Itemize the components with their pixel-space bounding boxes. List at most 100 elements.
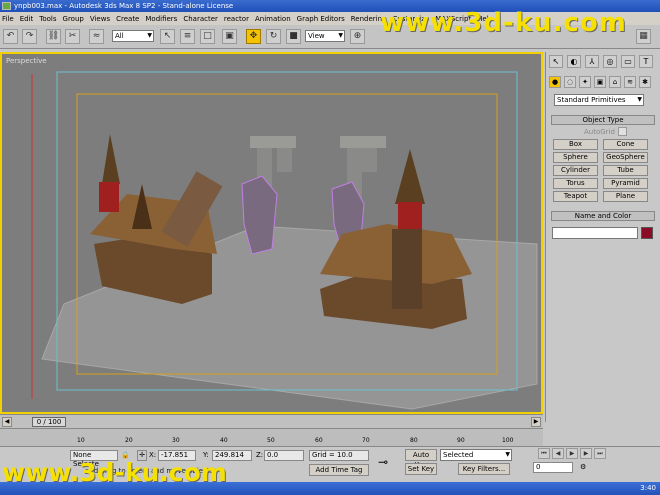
tick-label: 70 bbox=[362, 437, 370, 444]
box-button[interactable]: Box bbox=[553, 139, 598, 150]
cameras-icon[interactable]: ▣ bbox=[594, 76, 606, 88]
object-type-rollout[interactable]: Object Type bbox=[551, 115, 655, 125]
autogrid-label: AutoGrid bbox=[584, 128, 615, 136]
grid-size-field: Grid = 10.0 bbox=[309, 450, 369, 461]
z-label: Z: bbox=[256, 451, 264, 459]
menu-modifiers[interactable]: Modifiers bbox=[145, 15, 177, 23]
previous-frame-icon[interactable]: ◀ bbox=[552, 448, 564, 459]
menu-file[interactable]: File bbox=[2, 15, 14, 23]
chevron-down-icon: ▼ bbox=[147, 32, 152, 39]
menu-graph-editors[interactable]: Graph Editors bbox=[297, 15, 345, 23]
select-and-scale-icon[interactable]: ■ bbox=[286, 29, 301, 44]
utilities-tab-icon[interactable]: T bbox=[639, 55, 653, 68]
render-icon[interactable]: ▦ bbox=[636, 29, 651, 44]
space-warps-icon[interactable]: ≋ bbox=[624, 76, 636, 88]
plane-button[interactable]: Plane bbox=[603, 191, 648, 202]
tick-label: 90 bbox=[457, 437, 465, 444]
cylinder-button[interactable]: Cylinder bbox=[553, 165, 598, 176]
rect-selection-icon[interactable]: □ bbox=[200, 29, 215, 44]
hierarchy-tab-icon[interactable]: ⅄ bbox=[585, 55, 599, 68]
current-frame-field[interactable]: 0 bbox=[533, 462, 573, 473]
key-filters-button[interactable]: Key Filters... bbox=[458, 463, 510, 475]
bind-space-warp-icon[interactable]: ≈ bbox=[89, 29, 104, 44]
perspective-viewport[interactable]: Perspective bbox=[0, 52, 543, 414]
cone-button[interactable]: Cone bbox=[603, 139, 648, 150]
menu-tools[interactable]: Tools bbox=[39, 15, 56, 23]
go-to-end-icon[interactable]: ⏭ bbox=[594, 448, 606, 459]
window-title: ynpb003.max - Autodesk 3ds Max 8 SP2 - S… bbox=[14, 2, 234, 10]
helpers-icon[interactable]: ⌂ bbox=[609, 76, 621, 88]
scene-render bbox=[31, 71, 538, 410]
tick-label: 20 bbox=[125, 437, 133, 444]
set-key-button[interactable]: Set Key bbox=[405, 463, 437, 475]
chevron-left-icon[interactable]: ◀ bbox=[2, 417, 12, 427]
menu-views[interactable]: Views bbox=[90, 15, 110, 23]
auto-key-button[interactable]: Auto Key bbox=[405, 449, 437, 469]
app-icon bbox=[2, 2, 11, 10]
key-mode-dropdown[interactable]: Selected ▼ bbox=[440, 449, 512, 461]
geosphere-button[interactable]: GeoSphere bbox=[603, 152, 648, 163]
pyramid-button[interactable]: Pyramid bbox=[603, 178, 648, 189]
tube-button[interactable]: Tube bbox=[603, 165, 648, 176]
teapot-button[interactable]: Teapot bbox=[553, 191, 598, 202]
menu-reactor[interactable]: reactor bbox=[224, 15, 249, 23]
systems-icon[interactable]: ✱ bbox=[639, 76, 651, 88]
chevron-down-icon: ▼ bbox=[637, 96, 642, 103]
menu-create[interactable]: Create bbox=[116, 15, 139, 23]
command-panel: ↖ ◐ ⅄ ◎ ▭ T ● ◌ ✦ ▣ ⌂ ≋ ✱ Standard Primi… bbox=[545, 52, 660, 422]
taskbar: 3:40 bbox=[0, 482, 660, 495]
tick-label: 50 bbox=[267, 437, 275, 444]
shapes-icon[interactable]: ◌ bbox=[564, 76, 576, 88]
menu-character[interactable]: Character bbox=[183, 15, 218, 23]
next-frame-icon[interactable]: ▶ bbox=[580, 448, 592, 459]
link-icon[interactable]: ⛓ bbox=[46, 29, 61, 44]
name-and-color-rollout[interactable]: Name and Color bbox=[551, 211, 655, 221]
undo-icon[interactable]: ↶ bbox=[3, 29, 18, 44]
select-by-name-icon[interactable]: ≡ bbox=[180, 29, 195, 44]
clock: 3:40 bbox=[640, 484, 656, 492]
menu-animation[interactable]: Animation bbox=[255, 15, 291, 23]
add-time-tag-button[interactable]: Add Time Tag bbox=[309, 464, 369, 476]
object-name-input[interactable] bbox=[552, 227, 638, 239]
select-object-icon[interactable]: ↖ bbox=[160, 29, 175, 44]
geometry-icon[interactable]: ● bbox=[549, 76, 561, 88]
tick-label: 60 bbox=[315, 437, 323, 444]
autogrid-checkbox[interactable] bbox=[618, 127, 627, 136]
redo-icon[interactable]: ↷ bbox=[22, 29, 37, 44]
window-crossing-icon[interactable]: ▣ bbox=[222, 29, 237, 44]
sphere-button[interactable]: Sphere bbox=[553, 152, 598, 163]
watermark-top: www.3d-ku.com bbox=[380, 8, 627, 38]
object-color-swatch[interactable] bbox=[641, 227, 653, 239]
key-icon[interactable]: ⊸ bbox=[378, 455, 388, 469]
track-bar[interactable]: 10 20 30 40 50 60 70 80 90 100 bbox=[0, 428, 543, 446]
chevron-down-icon: ▼ bbox=[505, 451, 510, 458]
motion-tab-icon[interactable]: ◎ bbox=[603, 55, 617, 68]
time-slider[interactable]: 0 / 100 bbox=[32, 417, 66, 427]
z-coordinate-field[interactable]: 0.0 bbox=[264, 450, 304, 461]
menu-edit[interactable]: Edit bbox=[20, 15, 34, 23]
reference-coord-dropdown[interactable]: View ▼ bbox=[305, 30, 345, 42]
primitive-category-dropdown[interactable]: Standard Primitives ▼ bbox=[554, 94, 644, 106]
modify-tab-icon[interactable]: ◐ bbox=[567, 55, 581, 68]
tick-label: 10 bbox=[77, 437, 85, 444]
tick-label: 40 bbox=[220, 437, 228, 444]
pivot-point-icon[interactable]: ⊕ bbox=[350, 29, 365, 44]
time-config-icon[interactable]: ⚙ bbox=[580, 463, 586, 471]
display-tab-icon[interactable]: ▭ bbox=[621, 55, 635, 68]
lights-icon[interactable]: ✦ bbox=[579, 76, 591, 88]
menu-group[interactable]: Group bbox=[63, 15, 84, 23]
torus-button[interactable]: Torus bbox=[553, 178, 598, 189]
chevron-down-icon: ▼ bbox=[338, 32, 343, 39]
go-to-start-icon[interactable]: ⏮ bbox=[538, 448, 550, 459]
unlink-icon[interactable]: ✂ bbox=[65, 29, 80, 44]
create-tab-icon[interactable]: ↖ bbox=[549, 55, 563, 68]
tick-label: 100 bbox=[502, 437, 514, 444]
time-bar: 0 / 100 ◀ ▶ bbox=[0, 414, 543, 428]
select-and-rotate-icon[interactable]: ↻ bbox=[266, 29, 281, 44]
chevron-right-icon[interactable]: ▶ bbox=[531, 417, 541, 427]
selection-filter-dropdown[interactable]: All ▼ bbox=[112, 30, 154, 42]
tick-label: 30 bbox=[172, 437, 180, 444]
select-and-move-icon[interactable]: ✥ bbox=[246, 29, 261, 44]
tick-label: 80 bbox=[410, 437, 418, 444]
play-icon[interactable]: ▶ bbox=[566, 448, 578, 459]
